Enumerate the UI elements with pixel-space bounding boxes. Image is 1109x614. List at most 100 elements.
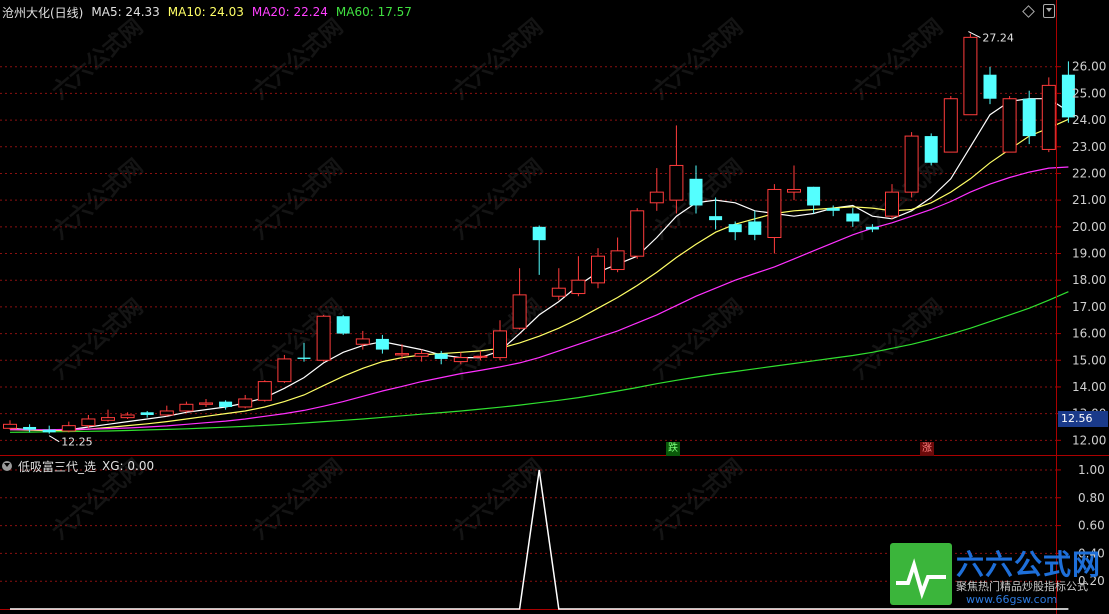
candle-body-down bbox=[42, 429, 56, 433]
indicator-menu-icon[interactable] bbox=[2, 461, 12, 471]
axis-tick-label: 26.00 bbox=[1072, 60, 1106, 74]
watermark-text: 六六公式网 bbox=[648, 15, 748, 105]
candle-body-up bbox=[493, 330, 507, 359]
axis-tick-label: 23.00 bbox=[1072, 140, 1106, 154]
candle-body-down bbox=[865, 226, 879, 230]
chart-canvas[interactable]: 六六公式网 六六公式网 六六公式网 六六公式网 六六公式网六六公式网 六六公式网 六六公式网… bbox=[0, 0, 1109, 614]
watermark-text: 六六公式网 bbox=[48, 295, 148, 385]
indicator-tick-label: 0.80 bbox=[1078, 491, 1105, 505]
candle-body-up bbox=[199, 402, 213, 405]
candle-body-down bbox=[532, 226, 546, 241]
watermark-text: 六六公式网 bbox=[848, 15, 948, 105]
candle-body-up bbox=[355, 338, 370, 345]
ma10-readout: MA10: 24.03 bbox=[167, 5, 244, 19]
candle-body-down bbox=[826, 208, 840, 211]
candle-body-up bbox=[669, 164, 684, 201]
current-price-tag: 12.56 bbox=[1058, 411, 1108, 427]
down-badge: 跌 bbox=[666, 442, 680, 456]
dropdown-icon[interactable] bbox=[1043, 4, 1055, 18]
axis-tick-label: 24.00 bbox=[1072, 113, 1106, 127]
low-price-label: 12.25 bbox=[61, 436, 92, 449]
indicator-tick-label: 0.60 bbox=[1078, 519, 1105, 533]
candle-body-up bbox=[767, 188, 782, 238]
candle-body-up bbox=[512, 294, 527, 329]
up-badge: 涨 bbox=[920, 442, 934, 456]
logo-url[interactable]: www.66gsw.com bbox=[966, 593, 1057, 606]
axis-tick-label: 12.00 bbox=[1072, 433, 1106, 447]
axis-tick-label: 21.00 bbox=[1072, 193, 1106, 207]
axis-tick-label: 18.00 bbox=[1072, 273, 1106, 287]
watermark-text: 六六公式网 bbox=[248, 15, 348, 105]
ma20-readout: MA20: 22.24 bbox=[251, 5, 328, 19]
candle-body-down bbox=[375, 338, 389, 350]
axis-tick-label: 22.00 bbox=[1072, 166, 1106, 180]
candle-body-up bbox=[120, 414, 135, 419]
watermark-text: 六六公式网 bbox=[48, 15, 148, 105]
candle-body-up bbox=[1041, 84, 1056, 150]
watermark-text: 六六公式网 bbox=[448, 15, 548, 105]
candle-body-up bbox=[238, 398, 253, 408]
axis-tick-label: 19.00 bbox=[1072, 247, 1106, 261]
candle-body-down bbox=[219, 401, 233, 407]
candle-body-up bbox=[159, 410, 174, 416]
candle-body-up bbox=[3, 423, 17, 429]
indicator-tick-label: 1.00 bbox=[1078, 463, 1105, 477]
axis-tick-label: 16.00 bbox=[1072, 327, 1106, 341]
stock-title[interactable]: 沧州大化(日线) bbox=[2, 4, 83, 21]
ma5-readout: MA5: 24.33 bbox=[91, 5, 160, 19]
ma20-line bbox=[10, 166, 1069, 431]
indicator-value: XG: 0.00 bbox=[102, 459, 155, 473]
axis-tick-label: 20.00 bbox=[1072, 220, 1106, 234]
candle-body-up bbox=[179, 403, 194, 412]
candle-layer[interactable]: 27.24 12.25 bbox=[3, 31, 1075, 449]
candle-body-up bbox=[316, 315, 331, 361]
candle-body-up bbox=[551, 287, 566, 297]
watermark-text: 六六公式网 bbox=[248, 455, 348, 545]
candle-body-up bbox=[963, 36, 978, 116]
indicator-header: 低吸富三代_选 XG: 0.00 bbox=[2, 458, 154, 474]
site-logo: 六六公式网 聚焦热门精品炒股指标公式 www.66gsw.com bbox=[890, 543, 1108, 609]
ma60-readout: MA60: 17.57 bbox=[335, 5, 412, 19]
candle-body-down bbox=[846, 213, 860, 222]
candle-body-up bbox=[414, 353, 429, 357]
candle-body-up bbox=[630, 210, 645, 257]
candle-body-up bbox=[453, 357, 468, 363]
logo-mark-icon bbox=[890, 543, 952, 605]
chart-header: 沧州大化(日线) MA5: 24.33 MA10: 24.03 MA20: 22… bbox=[2, 4, 412, 20]
diamond-icon[interactable] bbox=[1022, 5, 1035, 18]
watermark-text: 六六公式网 bbox=[448, 455, 548, 545]
watermark-text: 六六公式网 bbox=[648, 295, 748, 385]
candle-body-down bbox=[336, 316, 350, 334]
candle-body-down bbox=[434, 353, 448, 359]
candle-body-up bbox=[395, 353, 409, 356]
candle-body-up bbox=[1002, 98, 1017, 153]
candle-body-up bbox=[904, 135, 919, 193]
logo-slogan: 聚焦热门精品炒股指标公式 bbox=[956, 580, 1088, 593]
axis-tick-label: 17.00 bbox=[1072, 300, 1106, 314]
watermark-text: 六六公式网 bbox=[848, 295, 948, 385]
candle-body-down bbox=[140, 412, 154, 415]
candle-body-up bbox=[61, 425, 76, 432]
candle-body-up bbox=[591, 255, 605, 284]
watermark-text: 六六公式网 bbox=[248, 295, 348, 385]
candle-body-down bbox=[709, 216, 723, 221]
axis-tick-label: 14.00 bbox=[1072, 380, 1106, 394]
candle-body-up bbox=[885, 191, 899, 217]
candle-body-up bbox=[473, 355, 488, 358]
logo-title: 六六公式网 bbox=[956, 548, 1102, 581]
candle-body-down bbox=[23, 426, 37, 430]
candle-body-down bbox=[807, 186, 821, 206]
axis-tick-label: 25.00 bbox=[1072, 86, 1106, 100]
candle-body-down bbox=[689, 178, 703, 206]
candle-body-up bbox=[943, 98, 958, 153]
candle-body-up bbox=[787, 188, 801, 193]
candle-body-down bbox=[297, 357, 311, 359]
high-price-label: 27.24 bbox=[982, 32, 1014, 45]
watermark-layer: 六六公式网 六六公式网 六六公式网 六六公式网 六六公式网六六公式网 六六公式网 六六公式网… bbox=[48, 15, 948, 545]
candle-body-up bbox=[571, 279, 586, 295]
watermark-text: 六六公式网 bbox=[248, 155, 348, 245]
candle-body-up bbox=[257, 381, 272, 401]
candle-body-up bbox=[81, 418, 96, 427]
candle-body-down bbox=[1022, 98, 1036, 137]
indicator-name[interactable]: 低吸富三代_选 bbox=[18, 458, 96, 475]
